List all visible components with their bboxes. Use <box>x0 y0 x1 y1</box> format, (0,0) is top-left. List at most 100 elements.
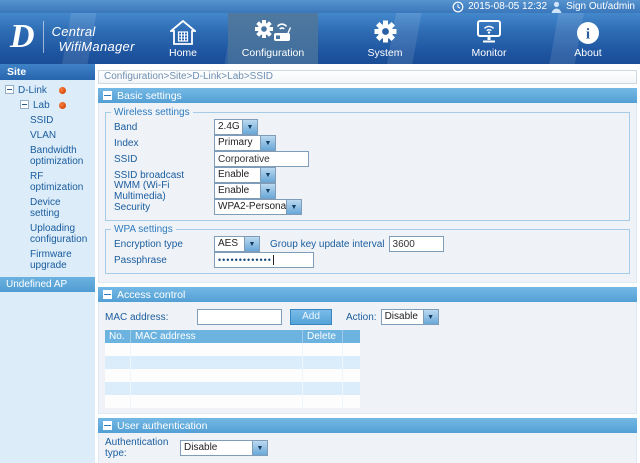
chevron-down-icon[interactable]: ▼ <box>423 310 438 324</box>
section-basic-settings: Basic settings Wireless settings Band 2.… <box>98 88 637 283</box>
ssid-label: SSID <box>114 154 214 165</box>
chevron-down-icon[interactable]: ▼ <box>242 120 257 134</box>
ssid-broadcast-select[interactable]: Enable ▼ <box>214 167 276 183</box>
tree-label: Lab <box>33 100 50 111</box>
alert-dot-icon <box>59 87 66 94</box>
mac-table: No. MAC address Delete <box>105 330 360 408</box>
section-title: Basic settings <box>117 90 182 102</box>
encryption-type-label: Encryption type <box>114 239 214 250</box>
group-key-label: Group key update interval <box>270 239 385 250</box>
authentication-type-select[interactable]: Disable ▼ <box>180 440 268 456</box>
sidebar-item-firmware-upgrade[interactable]: Firmware upgrade <box>0 247 95 273</box>
encryption-row: Encryption type AES ▼ Group key update i… <box>114 236 621 252</box>
mac-address-label: MAC address: <box>105 312 197 323</box>
collapse-section-icon[interactable] <box>103 91 112 100</box>
group-key-input[interactable] <box>389 236 444 252</box>
dlink-logo: D <box>10 15 35 59</box>
nav-tab-monitor[interactable]: Monitor <box>449 13 529 64</box>
about-icon: i <box>548 13 628 45</box>
sign-out-link[interactable]: Sign Out/admin <box>566 1 635 12</box>
user-icon <box>551 1 562 13</box>
security-row: Security WPA2-Personal ▼ <box>114 199 621 215</box>
chevron-down-icon[interactable]: ▼ <box>260 168 275 182</box>
passphrase-input[interactable]: ••••••••••••• <box>214 252 314 268</box>
sidebar-header-site: Site <box>0 64 95 80</box>
collapse-minus-icon[interactable] <box>5 85 14 94</box>
chevron-down-icon[interactable]: ▼ <box>252 441 267 455</box>
nav-tab-configuration[interactable]: Configuration <box>228 13 318 64</box>
table-row <box>105 356 360 369</box>
sidebar-item-undefined-ap[interactable]: Undefined AP <box>0 277 95 292</box>
nav-tab-about[interactable]: i About <box>548 13 628 64</box>
access-control-body: MAC address: Add Action: Disable ▼ No. M… <box>98 302 637 414</box>
chevron-down-icon[interactable]: ▼ <box>260 184 275 198</box>
brand: D Central WifiManager <box>10 15 135 59</box>
col-header-mac-address: MAC address <box>131 330 303 343</box>
table-row <box>105 343 360 356</box>
tree-label: Firmware upgrade <box>30 249 72 271</box>
mac-address-row: MAC address: Add Action: Disable ▼ <box>105 307 630 327</box>
chevron-down-icon[interactable]: ▼ <box>286 200 301 214</box>
sidebar-item-ssid[interactable]: SSID <box>0 113 95 128</box>
security-label: Security <box>114 202 214 213</box>
action-select[interactable]: Disable ▼ <box>381 309 439 325</box>
wmm-select[interactable]: Enable ▼ <box>214 183 276 199</box>
mac-table-header-row: No. MAC address Delete <box>105 330 360 343</box>
tree-label: SSID <box>30 115 53 126</box>
ssid-broadcast-label: SSID broadcast <box>114 170 214 181</box>
authentication-type-row: Authentication type: Disable ▼ <box>105 439 630 457</box>
tree-label: VLAN <box>30 130 56 141</box>
tree-label: Bandwidth optimization <box>30 145 83 167</box>
index-select[interactable]: Primary ▼ <box>214 135 276 151</box>
sidebar-item-device-setting[interactable]: Device setting <box>0 195 95 221</box>
wmm-row: WMM (Wi-Fi Multimedia) Enable ▼ <box>114 183 621 199</box>
sidebar-item-rf-optimization[interactable]: RF optimization <box>0 169 95 195</box>
col-header-extra <box>343 330 360 343</box>
configuration-icon <box>228 13 318 45</box>
breadcrumb: Configuration>Site>D-Link>Lab>SSID <box>98 70 637 84</box>
tree-label: Device setting <box>30 197 61 219</box>
security-select[interactable]: WPA2-Personal ▼ <box>214 199 302 215</box>
chevron-down-icon[interactable]: ▼ <box>244 237 259 251</box>
wmm-label: WMM (Wi-Fi Multimedia) <box>114 180 214 202</box>
brand-name: Central WifiManager <box>52 21 135 54</box>
section-user-authentication: User authentication Authentication type:… <box>98 418 637 463</box>
topbar: 2015-08-05 12:32 Sign Out/admin <box>0 0 640 13</box>
access-control-header[interactable]: Access control <box>98 287 637 302</box>
home-icon <box>143 13 223 45</box>
sidebar-item-vlan[interactable]: VLAN <box>0 128 95 143</box>
ssid-input[interactable] <box>214 151 309 167</box>
user-authentication-header[interactable]: User authentication <box>98 418 637 433</box>
collapse-minus-icon[interactable] <box>20 100 29 109</box>
wpa-settings-fieldset: WPA settings Encryption type AES ▼ Group… <box>105 224 630 274</box>
sidebar-item-dlink[interactable]: D-Link <box>0 83 95 98</box>
brand-divider <box>43 21 44 53</box>
user-authentication-body: Authentication type: Disable ▼ <box>98 433 637 463</box>
sidebar-item-lab[interactable]: Lab <box>0 98 95 113</box>
basic-settings-header[interactable]: Basic settings <box>98 88 637 103</box>
section-title: Access control <box>117 289 185 301</box>
band-row: Band 2.4G ▼ <box>114 119 621 135</box>
table-row <box>105 395 360 408</box>
mac-address-input[interactable] <box>197 309 282 325</box>
section-access-control: Access control MAC address: Add Action: … <box>98 287 637 414</box>
index-row: Index Primary ▼ <box>114 135 621 151</box>
nav-tab-system[interactable]: System <box>345 13 425 64</box>
col-header-delete: Delete <box>303 330 343 343</box>
sidebar-item-uploading-configuration[interactable]: Uploading configuration <box>0 221 95 247</box>
sidebar: Site D-Link Lab SSID VLAN Bandwidth opti… <box>0 64 95 463</box>
tree-label: D-Link <box>18 85 47 96</box>
add-button[interactable]: Add <box>290 309 332 325</box>
encryption-type-select[interactable]: AES ▼ <box>214 236 260 252</box>
sidebar-item-bandwidth-optimization[interactable]: Bandwidth optimization <box>0 143 95 169</box>
band-select[interactable]: 2.4G ▼ <box>214 119 258 135</box>
wireless-settings-legend: Wireless settings <box>111 107 193 118</box>
central-wifimanager-window: 2015-08-05 12:32 Sign Out/admin D Centra… <box>0 0 640 463</box>
chevron-down-icon[interactable]: ▼ <box>260 136 275 150</box>
collapse-section-icon[interactable] <box>103 290 112 299</box>
nav-tab-home[interactable]: Home <box>143 13 223 64</box>
collapse-section-icon[interactable] <box>103 421 112 430</box>
alert-dot-icon <box>59 102 66 109</box>
clock-icon <box>452 1 464 13</box>
section-title: User authentication <box>117 420 207 432</box>
